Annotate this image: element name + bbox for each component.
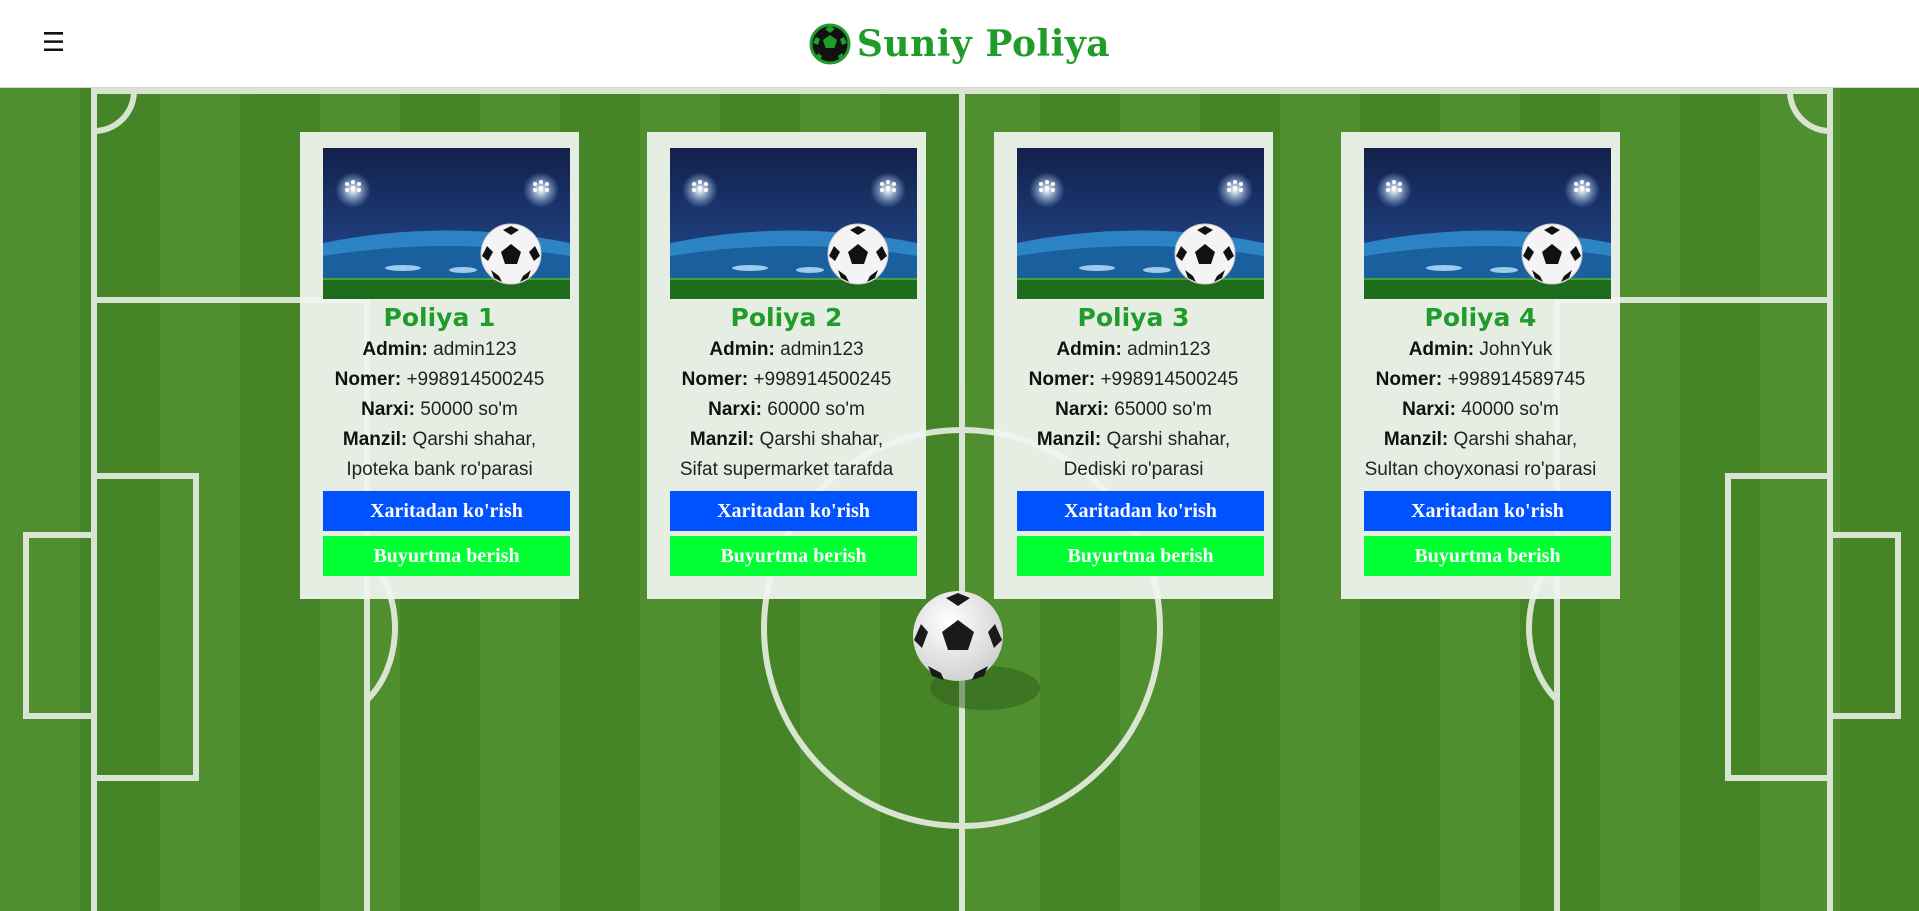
phone-label: Nomer: — [1028, 369, 1096, 390]
address-label: Manzil: — [1383, 429, 1449, 450]
price-row: Narxi: 60000 so'm — [670, 395, 903, 425]
card-title: Poliya 2 — [730, 303, 843, 332]
address-row: Manzil: Qarshi shahar, Dediski ro'parasi — [1017, 425, 1250, 485]
admin-value: admin123 — [780, 339, 864, 360]
admin-label: Admin: — [362, 339, 428, 360]
phone-label: Nomer: — [1375, 369, 1443, 390]
view-map-button[interactable]: Xaritadan ko'rish — [1364, 491, 1611, 531]
admin-label: Admin: — [1408, 339, 1475, 360]
phone-label: Nomer: — [681, 369, 749, 390]
phone-row: Nomer: +998914500245 — [1017, 365, 1250, 395]
admin-label: Admin: — [1056, 339, 1122, 360]
address-row: Manzil: Qarshi shahar, Sifat supermarket… — [670, 425, 903, 485]
order-button[interactable]: Buyurtma berish — [1364, 536, 1611, 576]
order-button[interactable]: Buyurtma berish — [670, 536, 917, 576]
phone-row: Nomer: +998914500245 — [670, 365, 903, 395]
field-card-3: Poliya 3 Admin: admin123 Nomer: +9989145… — [994, 132, 1273, 599]
address-row: Manzil: Qarshi shahar, Sultan choyxonasi… — [1364, 425, 1597, 485]
admin-value: admin123 — [1127, 339, 1211, 360]
order-button[interactable]: Buyurtma berish — [1017, 536, 1264, 576]
price-label: Narxi: — [708, 399, 762, 420]
phone-row: Nomer: +998914589745 — [1364, 365, 1597, 395]
address-label: Manzil: — [1036, 429, 1102, 450]
phone-value: +998914500245 — [406, 369, 545, 390]
admin-row: Admin: admin123 — [1017, 335, 1250, 365]
stadium-image — [1364, 148, 1611, 299]
address-label: Manzil: — [689, 429, 755, 450]
admin-row: Admin: admin123 — [323, 335, 556, 365]
soccer-ball-icon — [809, 23, 851, 65]
card-title: Poliya 1 — [383, 303, 496, 332]
card-title: Poliya 4 — [1424, 303, 1537, 332]
price-value: 65000 so'm — [1114, 399, 1212, 420]
price-label: Narxi: — [1402, 399, 1456, 420]
order-button[interactable]: Buyurtma berish — [323, 536, 570, 576]
price-label: Narxi: — [361, 399, 415, 420]
view-map-button[interactable]: Xaritadan ko'rish — [670, 491, 917, 531]
top-navbar: ☰ Suniy Poliya — [0, 0, 1919, 88]
phone-value: +998914500245 — [753, 369, 892, 390]
view-map-button[interactable]: Xaritadan ko'rish — [323, 491, 570, 531]
stadium-image — [323, 148, 570, 299]
admin-label: Admin: — [709, 339, 775, 360]
field-card-2: Poliya 2 Admin: admin123 Nomer: +9989145… — [647, 132, 926, 599]
price-value: 40000 so'm — [1461, 399, 1559, 420]
address-label: Manzil: — [342, 429, 408, 450]
price-value: 60000 so'm — [767, 399, 865, 420]
price-row: Narxi: 65000 so'm — [1017, 395, 1250, 425]
hamburger-menu-icon[interactable]: ☰ — [42, 28, 70, 58]
field-card-1: Poliya 1 Admin: admin123 Nomer: +9989145… — [300, 132, 579, 599]
view-map-button[interactable]: Xaritadan ko'rish — [1017, 491, 1264, 531]
card-title: Poliya 3 — [1077, 303, 1190, 332]
phone-value: +998914589745 — [1447, 369, 1586, 390]
price-value: 50000 so'm — [420, 399, 518, 420]
phone-row: Nomer: +998914500245 — [323, 365, 556, 395]
price-row: Narxi: 40000 so'm — [1364, 395, 1597, 425]
price-row: Narxi: 50000 so'm — [323, 395, 556, 425]
address-row: Manzil: Qarshi shahar, Ipoteka bank ro'p… — [323, 425, 556, 485]
admin-row: Admin: JohnYuk — [1364, 335, 1597, 365]
brand-logo: Suniy Poliya — [0, 0, 1919, 88]
field-cards-list: Poliya 1 Admin: admin123 Nomer: +9989145… — [300, 132, 1620, 600]
stadium-image — [1017, 148, 1264, 299]
phone-value: +998914500245 — [1100, 369, 1239, 390]
stadium-image — [670, 148, 917, 299]
admin-row: Admin: admin123 — [670, 335, 903, 365]
admin-value: admin123 — [433, 339, 517, 360]
price-label: Narxi: — [1055, 399, 1109, 420]
site-title: Suniy Poliya — [856, 23, 1111, 65]
field-card-4: Poliya 4 Admin: JohnYuk Nomer: +99891458… — [1341, 132, 1620, 599]
phone-label: Nomer: — [334, 369, 402, 390]
admin-value: JohnYuk — [1479, 339, 1553, 360]
